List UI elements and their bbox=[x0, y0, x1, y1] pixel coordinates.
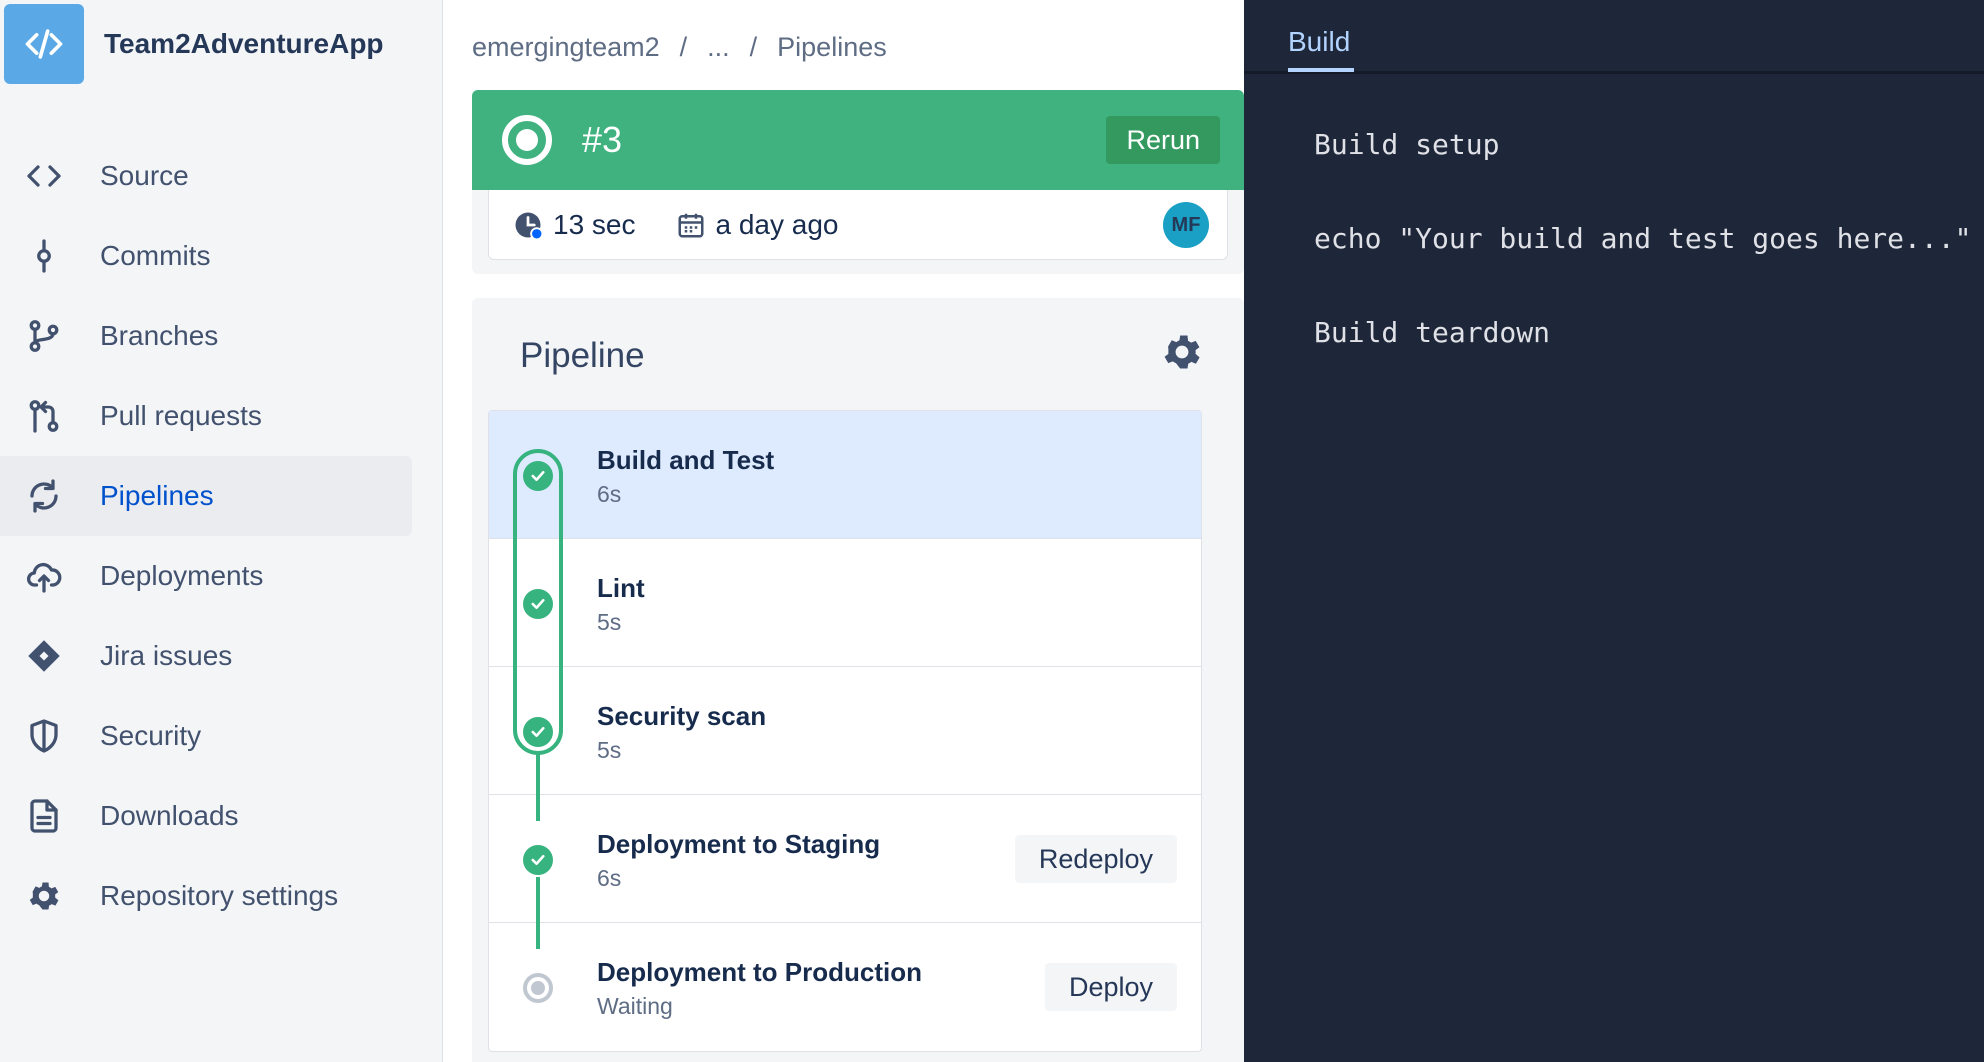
rerun-button[interactable]: Rerun bbox=[1106, 116, 1220, 164]
step-name: Build and Test bbox=[597, 445, 775, 475]
gear-icon[interactable] bbox=[1160, 330, 1204, 374]
sidebar-item-jira-issues[interactable]: Jira issues bbox=[0, 616, 412, 696]
run-duration: 13 sec bbox=[513, 209, 636, 241]
sidebar-item-label: Pipelines bbox=[100, 480, 214, 511]
log-line[interactable]: echo "Your build and test goes here..." bbox=[1314, 222, 1971, 316]
breadcrumb-ellipsis[interactable]: ... bbox=[707, 32, 730, 63]
step-name: Deployment to Staging bbox=[597, 829, 881, 859]
step-duration: 6s bbox=[597, 481, 622, 507]
step-duration: Waiting bbox=[597, 993, 673, 1019]
pipeline-step-build-and-test[interactable]: Build and Test 6s bbox=[489, 411, 1201, 539]
breadcrumb: emergingteam2 / ... / Pipelines bbox=[472, 32, 887, 63]
sidebar: Team2AdventureApp Source Commits Branche… bbox=[0, 0, 443, 1062]
breadcrumb-current[interactable]: Pipelines bbox=[777, 32, 887, 63]
pipeline-steps: Build and Test 6s Lint 5s Security scan … bbox=[488, 410, 1202, 1052]
status-success-icon bbox=[502, 115, 552, 165]
check-icon bbox=[523, 461, 553, 491]
pipeline-title: Pipeline bbox=[520, 336, 645, 375]
run-date-value: a day ago bbox=[715, 208, 839, 240]
sidebar-item-label: Repository settings bbox=[100, 880, 339, 911]
log-line[interactable]: Build setup bbox=[1314, 128, 1971, 222]
breadcrumb-workspace[interactable]: emergingteam2 bbox=[472, 32, 660, 63]
sidebar-item-label: Security bbox=[100, 720, 202, 751]
clock-icon bbox=[515, 212, 543, 240]
sidebar-item-branches[interactable]: Branches bbox=[0, 296, 412, 376]
deploy-button[interactable]: Deploy bbox=[1044, 963, 1177, 1011]
document-icon bbox=[24, 796, 64, 836]
sidebar-item-label: Source bbox=[100, 160, 189, 191]
check-icon bbox=[523, 589, 553, 619]
step-duration: 5s bbox=[597, 609, 622, 635]
repo-name[interactable]: Team2AdventureApp bbox=[104, 28, 384, 60]
shield-icon bbox=[24, 716, 64, 756]
pipeline-step-security-scan[interactable]: Security scan 5s bbox=[489, 667, 1201, 795]
avatar[interactable]: MF bbox=[1163, 202, 1209, 248]
branch-icon bbox=[24, 316, 64, 356]
sidebar-item-commits[interactable]: Commits bbox=[0, 216, 412, 296]
repo-avatar[interactable] bbox=[4, 4, 84, 84]
sidebar-item-pull-requests[interactable]: Pull requests bbox=[0, 376, 412, 456]
calendar-icon bbox=[678, 213, 703, 237]
tab-active-indicator bbox=[1288, 68, 1354, 72]
sidebar-item-deployments[interactable]: Deployments bbox=[0, 536, 412, 616]
run-summary-card: #3 Rerun 13 sec a day ago MF bbox=[472, 90, 1244, 274]
run-number: #3 bbox=[582, 119, 623, 160]
log-tabs: Build bbox=[1244, 0, 1984, 74]
breadcrumb-separator: / bbox=[679, 32, 688, 62]
redeploy-button[interactable]: Redeploy bbox=[1014, 835, 1177, 883]
sidebar-item-label: Deployments bbox=[100, 560, 264, 591]
log-panel: Build Build setup echo "Your build and t… bbox=[1244, 0, 1984, 1062]
sidebar-item-label: Downloads bbox=[100, 800, 239, 831]
run-duration-value: 13 sec bbox=[553, 208, 636, 240]
check-icon bbox=[523, 845, 553, 875]
sidebar-nav: Source Commits Branches Pull requests Pi… bbox=[0, 136, 412, 936]
breadcrumb-separator: / bbox=[749, 32, 758, 62]
code-icon bbox=[25, 29, 63, 59]
log-output: Build setup echo "Your build and test go… bbox=[1314, 128, 1971, 410]
pipelines-icon bbox=[24, 476, 64, 516]
step-duration: 5s bbox=[597, 737, 622, 763]
pipeline-step-deployment-to-production[interactable]: Deployment to Production Waiting Deploy bbox=[489, 923, 1201, 1051]
step-name: Lint bbox=[597, 573, 645, 603]
pipeline-step-deployment-to-staging[interactable]: Deployment to Staging 6s Redeploy bbox=[489, 795, 1201, 923]
code-icon bbox=[24, 156, 64, 196]
repo-header[interactable]: Team2AdventureApp bbox=[4, 4, 384, 84]
run-meta: 13 sec a day ago MF bbox=[488, 190, 1228, 260]
pull-request-icon bbox=[24, 396, 64, 436]
pipeline-card: Pipeline Build and Test 6s Lint 5s Secur… bbox=[472, 298, 1244, 1062]
sidebar-item-source[interactable]: Source bbox=[0, 136, 412, 216]
pipeline-detail: emergingteam2 / ... / Pipelines #3 Rerun… bbox=[444, 0, 1244, 1062]
sidebar-item-label: Commits bbox=[100, 240, 211, 271]
step-name: Security scan bbox=[597, 701, 767, 731]
sidebar-item-label: Branches bbox=[100, 320, 219, 351]
jira-icon bbox=[24, 636, 64, 676]
sidebar-item-label: Jira issues bbox=[100, 640, 233, 671]
sidebar-item-repository-settings[interactable]: Repository settings bbox=[0, 856, 412, 936]
step-duration: 6s bbox=[597, 865, 622, 891]
run-status-banner: #3 Rerun bbox=[472, 90, 1244, 190]
sidebar-item-label: Pull requests bbox=[100, 400, 262, 431]
sidebar-item-security[interactable]: Security bbox=[0, 696, 412, 776]
run-date: a day ago bbox=[676, 209, 839, 241]
commit-icon bbox=[24, 236, 64, 276]
pending-icon bbox=[523, 973, 553, 1003]
sidebar-item-pipelines[interactable]: Pipelines bbox=[0, 456, 412, 536]
gear-icon bbox=[24, 876, 64, 916]
sidebar-item-downloads[interactable]: Downloads bbox=[0, 776, 412, 856]
check-icon bbox=[523, 717, 553, 747]
tab-build[interactable]: Build bbox=[1288, 26, 1350, 58]
pipeline-step-lint[interactable]: Lint 5s bbox=[489, 539, 1201, 667]
cloud-upload-icon bbox=[24, 556, 64, 596]
step-name: Deployment to Production bbox=[597, 957, 922, 987]
log-line[interactable]: Build teardown bbox=[1314, 316, 1971, 410]
